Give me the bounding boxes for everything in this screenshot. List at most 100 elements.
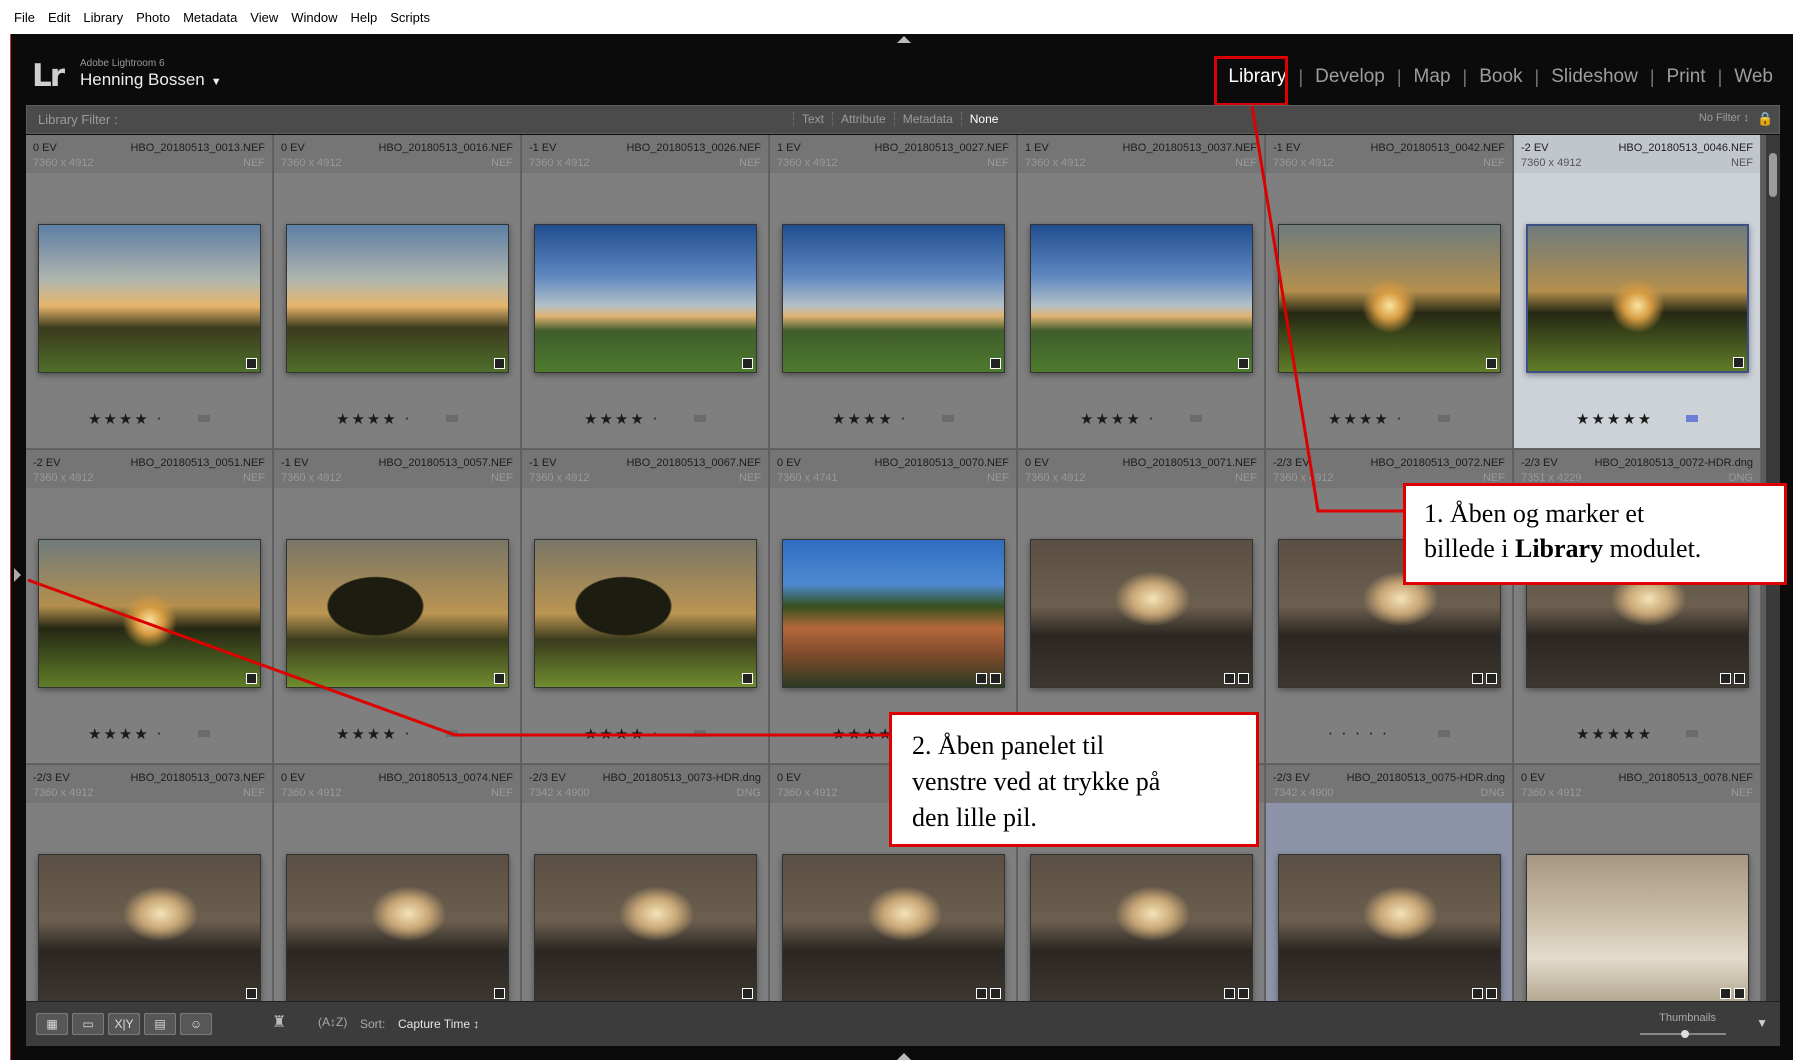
menu-help[interactable]: Help [351,10,378,25]
grid-cell[interactable]: 0 EV HBO_20180513_0016.NEF 7360 x 4912 NEF ★… [274,135,521,449]
color-label-icon[interactable] [942,415,954,422]
grid-cell[interactable]: -1 EV HBO_20180513_0067.NEF 7360 x 4912 NEF… [522,450,769,764]
edited-badge-icon[interactable] [742,988,753,999]
edited-badge-icon[interactable] [246,673,257,684]
edited-badge-icon[interactable] [1486,358,1497,369]
photo-thumbnail[interactable] [782,539,1005,688]
grid-cell[interactable]: -2 EV HBO_20180513_0051.NEF 7360 x 4912 NEF… [26,450,273,764]
color-label-icon[interactable] [1686,415,1698,422]
star-rating[interactable]: ★★★★★ [1576,410,1653,428]
photo-thumbnail[interactable] [1030,854,1253,1001]
filter-metadata[interactable]: Metadata [893,112,961,126]
edited-badge-icon[interactable] [990,358,1001,369]
edited-badge-icon[interactable] [1734,988,1745,999]
stack-badge-icon[interactable] [976,988,987,999]
star-rating[interactable]: ★★★★ · [832,410,907,428]
grid-cell[interactable]: 1 EV HBO_20180513_0027.NEF 7360 x 4912 NEF ★… [770,135,1017,449]
module-book[interactable]: Book [1467,66,1534,88]
color-label-icon[interactable] [198,415,210,422]
star-rating[interactable]: ★★★★ · [1080,410,1155,428]
edited-badge-icon[interactable] [1486,988,1497,999]
photo-thumbnail[interactable] [1526,224,1749,373]
edited-badge-icon[interactable] [494,673,505,684]
stack-badge-icon[interactable] [1224,988,1235,999]
photo-thumbnail[interactable] [782,854,1005,1001]
sort-direction-icon[interactable]: (A↕Z) [318,1015,347,1029]
thumbnail-slider-knob[interactable] [1681,1030,1689,1038]
module-web[interactable]: Web [1722,66,1785,88]
edited-badge-icon[interactable] [494,358,505,369]
photo-thumbnail[interactable] [782,224,1005,373]
photo-thumbnail[interactable] [38,539,261,688]
photo-thumbnail[interactable] [286,854,509,1001]
filter-preset-dropdown[interactable]: No Filter ↕ [1699,112,1749,124]
menu-file[interactable]: File [14,10,35,25]
color-label-icon[interactable] [694,415,706,422]
grid-cell[interactable]: -2 EV HBO_20180513_0046.NEF 7360 x 4912 NEF… [1514,135,1761,449]
color-label-icon[interactable] [1686,730,1698,737]
color-label-icon[interactable] [1438,415,1450,422]
photo-thumbnail[interactable] [38,224,261,373]
star-rating[interactable]: ★★★★ · [336,725,411,743]
edited-badge-icon[interactable] [246,358,257,369]
photo-thumbnail[interactable] [286,539,509,688]
stack-badge-icon[interactable] [1720,988,1731,999]
photo-thumbnail[interactable] [534,539,757,688]
photo-thumbnail[interactable] [286,224,509,373]
grid-cell[interactable]: 1 EV HBO_20180513_0037.NEF 7360 x 4912 NEF ★… [1018,135,1265,449]
photo-thumbnail[interactable] [38,854,261,1001]
survey-view-icon[interactable]: ▤ [144,1013,176,1035]
photo-thumbnail[interactable] [1030,539,1253,688]
scrollbar-thumb[interactable] [1769,153,1777,197]
star-rating[interactable]: ★★★★★ [1576,725,1653,743]
stack-badge-icon[interactable] [1720,673,1731,684]
lock-icon[interactable]: 🔒 [1757,111,1773,126]
edited-badge-icon[interactable] [990,673,1001,684]
star-rating[interactable]: ★★★★ · [1328,410,1403,428]
grid-cell[interactable]: 0 EV HBO_20180513_0078.NEF 7360 x 4912 NEF [1514,765,1761,1001]
menu-library[interactable]: Library [83,10,123,25]
color-label-icon[interactable] [694,730,706,737]
menu-view[interactable]: View [250,10,278,25]
star-rating[interactable]: ★★★★ · [584,725,659,743]
grid-cell[interactable]: -2/3 EV HBO_20180513_0075-HDR.dng 7342 x 4… [1266,765,1513,1001]
filter-attribute[interactable]: Attribute [832,112,894,126]
star-rating[interactable]: · · · · · [1328,725,1389,743]
color-label-icon[interactable] [1438,730,1450,737]
star-rating[interactable]: ★★★★ · [88,410,163,428]
bottom-panel-toggle-icon[interactable] [897,1053,911,1060]
photo-thumbnail[interactable] [1030,224,1253,373]
filter-text[interactable]: Text [793,112,832,126]
filter-none[interactable]: None [960,112,1007,126]
sort-dropdown[interactable]: Capture Time ↕ [398,1017,479,1031]
grid-cell[interactable]: -2/3 EV HBO_20180513_0073-HDR.dng 7342 x 4… [522,765,769,1001]
menu-scripts[interactable]: Scripts [390,10,430,25]
menu-metadata[interactable]: Metadata [183,10,237,25]
star-rating[interactable]: ★★★★ · [584,410,659,428]
star-rating[interactable]: ★★★★ · [88,725,163,743]
loupe-view-icon[interactable]: ▭ [72,1013,104,1035]
stack-badge-icon[interactable] [1224,673,1235,684]
edited-badge-icon[interactable] [990,988,1001,999]
photo-thumbnail[interactable] [1278,224,1501,373]
photo-thumbnail[interactable] [534,854,757,1001]
color-label-icon[interactable] [1190,415,1202,422]
painter-spray-icon[interactable]: ♜ [272,1012,286,1036]
menu-window[interactable]: Window [291,10,337,25]
stack-badge-icon[interactable] [976,673,987,684]
menu-edit[interactable]: Edit [48,10,70,25]
compare-view-icon[interactable]: X|Y [108,1013,140,1035]
grid-cell[interactable]: 0 EV HBO_20180513_0074.NEF 7360 x 4912 NEF [274,765,521,1001]
menu-photo[interactable]: Photo [136,10,170,25]
color-label-icon[interactable] [446,415,458,422]
stack-badge-icon[interactable] [1472,988,1483,999]
top-panel-toggle-icon[interactable] [897,36,911,43]
photo-thumbnail[interactable] [534,224,757,373]
grid-cell[interactable]: -2/3 EV HBO_20180513_0073.NEF 7360 x 4912 N… [26,765,273,1001]
edited-badge-icon[interactable] [742,673,753,684]
edited-badge-icon[interactable] [1238,988,1249,999]
edited-badge-icon[interactable] [1238,673,1249,684]
toolbar-menu-chevron-icon[interactable]: ▼ [1756,1016,1768,1030]
people-view-icon[interactable]: ☺ [180,1013,212,1035]
module-map[interactable]: Map [1402,66,1463,88]
